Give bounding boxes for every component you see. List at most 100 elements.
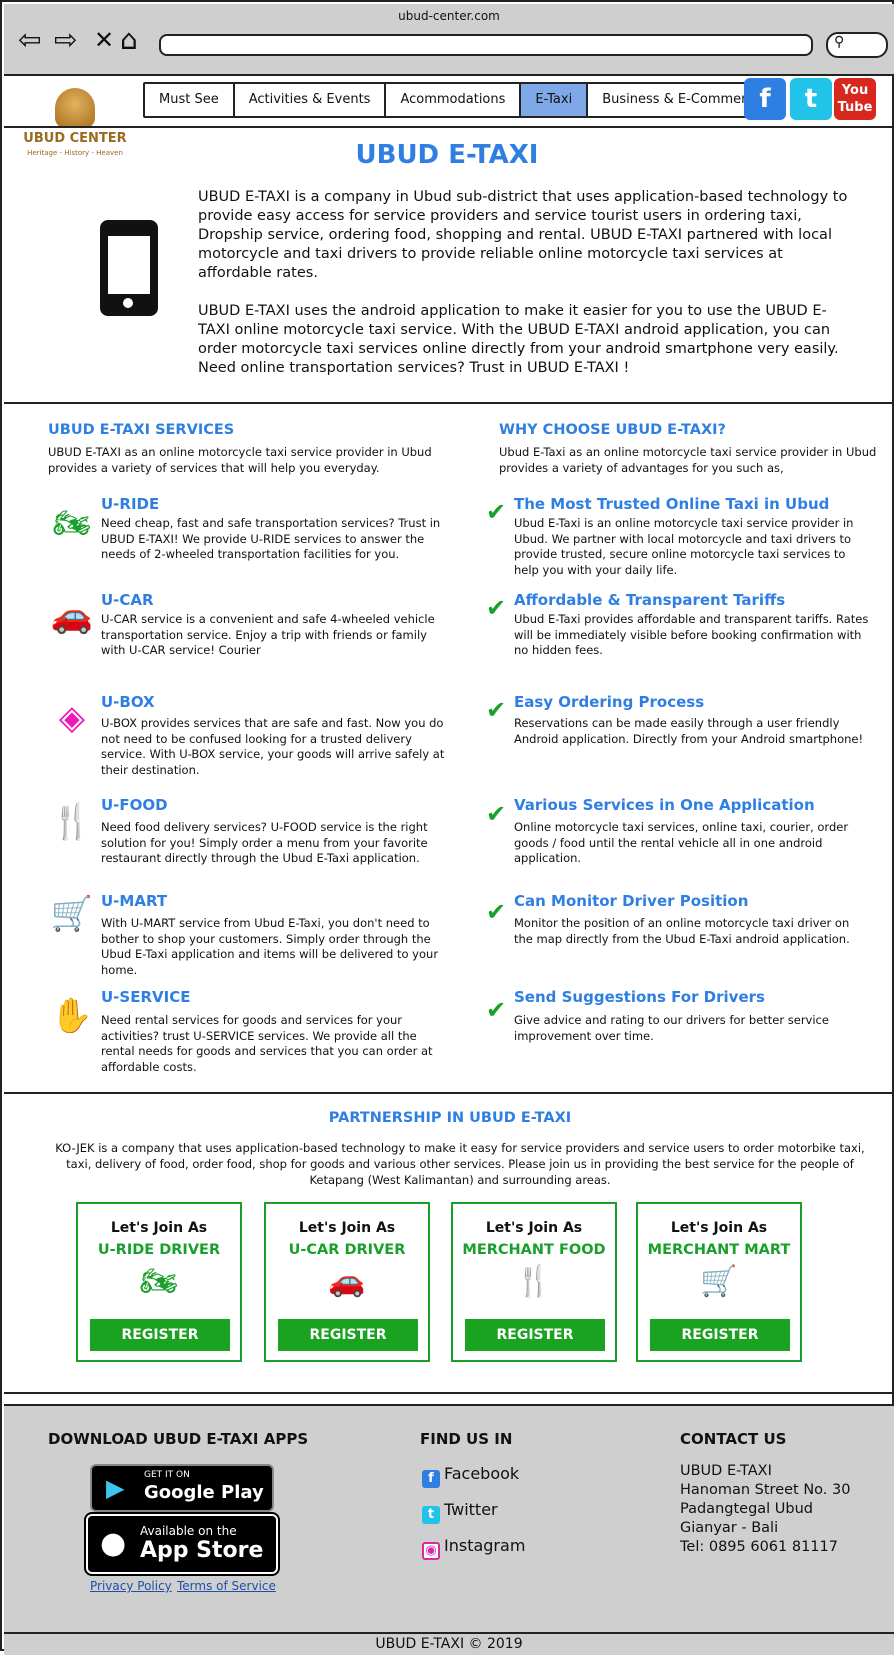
back-arrow-icon[interactable]: ⇦ (18, 24, 41, 56)
why-text-tariffs: Ubud E-Taxi provides affordable and tran… (514, 612, 869, 657)
play-store-icon: ▶ (106, 1474, 125, 1502)
apple-icon: ● (100, 1526, 127, 1561)
shopping-cart-icon: 🛒 (50, 894, 94, 934)
find-twitter-label: Twitter (444, 1500, 498, 1519)
service-text-u-car: U-CAR service is a convenient and safe 4… (101, 612, 435, 657)
register-button[interactable]: REGISTER (278, 1319, 418, 1351)
app-store-badge[interactable]: ● Available on the App Store (84, 1512, 280, 1576)
page-frame: ubud-center.com ⇦ ⇨ ✕ ⌂ ⚲ UBUD CENTER He… (0, 0, 894, 1655)
home-icon[interactable]: ⌂ (120, 24, 138, 56)
logo-emblem-icon (55, 88, 95, 128)
services-title: UBUD E-TAXI SERVICES (48, 422, 235, 438)
service-title-u-car: U-CAR (101, 591, 154, 609)
partnership-title: PARTNERSHIP IN UBUD E-TAXI (328, 1110, 572, 1126)
service-text-u-ride: Need cheap, fast and safe transportation… (101, 516, 441, 561)
menu-item-activities[interactable]: Activities & Events (235, 84, 387, 116)
fork-knife-icon: 🍴 (50, 802, 94, 842)
google-play-label: Google Play (144, 1482, 264, 1503)
contact-phone: Tel: 0895 6061 81117 (680, 1539, 838, 1555)
contact-region: Gianyar - Bali (680, 1520, 779, 1536)
copyright-bar: UBUD E-TAXI © 2019 (4, 1632, 894, 1655)
why-title-ordering: Easy Ordering Process (514, 693, 705, 711)
menu-item-accommodations[interactable]: Acommodations (386, 84, 522, 116)
forward-arrow-icon[interactable]: ⇨ (54, 24, 77, 56)
services-intro: UBUD E-TAXI as an online motorcycle taxi… (48, 445, 432, 475)
terms-of-service-link[interactable]: Terms of Service (177, 1579, 276, 1593)
find-facebook-label: Facebook (444, 1464, 520, 1483)
search-box[interactable]: ⚲ (826, 32, 888, 58)
find-instagram-link[interactable]: ◉ Instagram (422, 1536, 525, 1560)
why-title-tariffs: Affordable & Transparent Tariffs (514, 591, 786, 609)
privacy-policy-link[interactable]: Privacy Policy (90, 1579, 172, 1593)
contact-company: UBUD E-TAXI (680, 1463, 772, 1479)
contact-block: UBUD E-TAXI Hanoman Street No. 30 Padang… (680, 1462, 850, 1557)
address-bar[interactable] (159, 34, 813, 56)
browser-chrome: ubud-center.com ⇦ ⇨ ✕ ⌂ ⚲ (4, 4, 894, 76)
why-text-services: Online motorcycle taxi services, online … (514, 820, 849, 865)
service-title-u-box: U-BOX (101, 693, 155, 711)
contact-title: CONTACT US (680, 1430, 787, 1448)
why-title-suggestions: Send Suggestions For Drivers (514, 988, 765, 1006)
find-us-title: FIND US IN (420, 1430, 513, 1448)
facebook-icon[interactable]: f (744, 78, 786, 120)
join-lead: Let's Join As (485, 1220, 583, 1236)
join-card-u-car: Let's Join As U-CAR DRIVER 🚗 REGISTER (264, 1202, 430, 1362)
join-card-merchant-food: Let's Join As MERCHANT FOOD 🍴 REGISTER (451, 1202, 617, 1362)
youtube-icon[interactable]: You Tube (834, 78, 876, 120)
why-title: WHY CHOOSE UBUD E-TAXI? (499, 422, 726, 438)
smartphone-icon (100, 220, 158, 316)
checkmark-icon: ✔ (486, 696, 507, 724)
fork-knife-icon: 🍴 (515, 1264, 553, 1299)
contact-area: Padangtegal Ubud (680, 1501, 814, 1517)
checkmark-icon: ✔ (486, 996, 507, 1024)
checkmark-icon: ✔ (486, 898, 507, 926)
register-button[interactable]: REGISTER (650, 1319, 790, 1351)
twitter-icon: t (422, 1506, 440, 1524)
find-twitter-link[interactable]: t Twitter (422, 1500, 498, 1524)
intro-paragraph-2: UBUD E-TAXI uses the android application… (198, 303, 839, 376)
join-card-u-ride: Let's Join As U-RIDE DRIVER 🏍 REGISTER (76, 1202, 242, 1362)
main-menu: Must See Activities & Events Acommodatio… (143, 82, 778, 118)
download-title: DOWNLOAD UBUD E-TAXI APPS (48, 1430, 309, 1448)
join-lead: Let's Join As (298, 1220, 396, 1236)
menu-item-must-see[interactable]: Must See (145, 84, 235, 116)
register-button[interactable]: REGISTER (465, 1319, 605, 1351)
checkmark-icon: ✔ (486, 594, 507, 622)
why-text-ordering: Reservations can be made easily through … (514, 716, 864, 746)
why-title-trusted: The Most Trusted Online Taxi in Ubud (514, 495, 830, 513)
service-title-u-ride: U-RIDE (101, 495, 160, 513)
partnership-text: KO-JEK is a company that uses applicatio… (55, 1141, 865, 1187)
hands-icon: ✋ (50, 996, 94, 1036)
service-text-u-box: U-BOX provides services that are safe an… (101, 716, 445, 777)
app-store-small-text: Available on the (140, 1524, 237, 1538)
google-play-badge[interactable]: ▶ GET IT ON Google Play (90, 1464, 274, 1512)
why-text-monitor: Monitor the position of an online motorc… (514, 916, 850, 946)
find-facebook-link[interactable]: f Facebook (422, 1464, 519, 1488)
why-text-suggestions: Give advice and rating to our drivers fo… (514, 1013, 829, 1043)
why-title-services: Various Services in One Application (514, 796, 815, 814)
twitter-icon[interactable]: t (790, 78, 832, 120)
join-role: MERCHANT MART (647, 1242, 791, 1258)
join-card-merchant-mart: Let's Join As MERCHANT MART 🛒 REGISTER (636, 1202, 802, 1362)
menu-item-e-taxi[interactable]: E-Taxi (521, 84, 589, 116)
service-title-u-service: U-SERVICE (101, 988, 191, 1006)
motorbike-icon: 🏍 (52, 506, 92, 541)
checkmark-icon: ✔ (486, 800, 507, 828)
find-instagram-label: Instagram (444, 1536, 526, 1555)
browser-url-title: ubud-center.com (398, 9, 500, 23)
close-icon[interactable]: ✕ (94, 24, 114, 56)
join-role: U-RIDE DRIVER (97, 1242, 221, 1258)
join-lead: Let's Join As (110, 1220, 208, 1236)
contact-street: Hanoman Street No. 30 (680, 1482, 851, 1498)
search-icon: ⚲ (834, 34, 845, 50)
google-play-small-text: GET IT ON (144, 1470, 190, 1480)
page-title: UBUD E-TAXI (355, 140, 539, 170)
service-text-u-food: Need food delivery services? U-FOOD serv… (101, 820, 428, 865)
facebook-icon: f (422, 1470, 440, 1488)
car-icon: 🚗 (328, 1264, 366, 1299)
checkmark-icon: ✔ (486, 498, 507, 526)
service-title-u-mart: U-MART (101, 892, 168, 910)
why-intro: Ubud E-Taxi as an online motorcycle taxi… (499, 445, 877, 475)
register-button[interactable]: REGISTER (90, 1319, 230, 1351)
intro-paragraph-1: UBUD E-TAXI is a company in Ubud sub-dis… (198, 189, 848, 281)
